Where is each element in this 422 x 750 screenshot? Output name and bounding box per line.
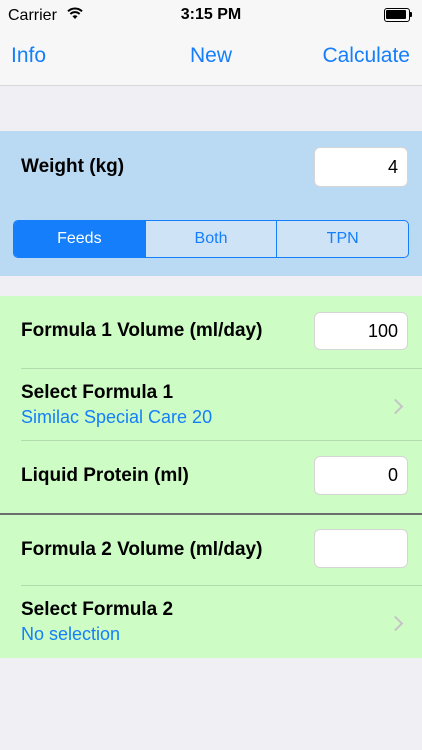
calculate-button[interactable]: Calculate bbox=[322, 44, 410, 68]
navigation-bar: Info New Calculate bbox=[0, 30, 422, 86]
weight-input[interactable]: 4 bbox=[314, 147, 408, 187]
liquid-protein-input[interactable]: 0 bbox=[314, 456, 408, 495]
battery-icon bbox=[384, 8, 412, 22]
weight-label: Weight (kg) bbox=[21, 156, 125, 177]
formula2-volume-input[interactable] bbox=[314, 529, 408, 568]
formula2-selected-value: No selection bbox=[21, 624, 121, 644]
formula1-volume-label: Formula 1 Volume (ml/day) bbox=[21, 320, 263, 341]
liquid-protein-label: Liquid Protein (ml) bbox=[21, 465, 189, 486]
segment-tpn[interactable]: TPN bbox=[277, 221, 408, 257]
row-divider bbox=[21, 440, 422, 441]
mode-segmented-control: Feeds Both TPN bbox=[13, 220, 409, 258]
formula1-volume-input[interactable]: 100 bbox=[314, 312, 408, 350]
formula-group-divider bbox=[0, 513, 422, 515]
segment-both[interactable]: Both bbox=[146, 221, 278, 257]
new-button[interactable]: New bbox=[190, 44, 232, 67]
select-formula2-row[interactable]: Select Formula 2 No selection bbox=[0, 586, 422, 658]
segment-feeds[interactable]: Feeds bbox=[14, 221, 146, 257]
formula1-selected-value: Similac Special Care 20 bbox=[21, 407, 213, 427]
info-button[interactable]: Info bbox=[11, 44, 46, 68]
select-formula2-label: Select Formula 2 bbox=[21, 599, 174, 620]
chevron-right-icon bbox=[387, 398, 404, 415]
chevron-right-icon bbox=[387, 615, 404, 632]
formula2-volume-label: Formula 2 Volume (ml/day) bbox=[21, 539, 263, 560]
status-bar: Carrier 3:15 PM bbox=[0, 0, 422, 30]
select-formula1-row[interactable]: Select Formula 1 Similac Special Care 20 bbox=[0, 369, 422, 440]
status-time: 3:15 PM bbox=[180, 6, 242, 23]
select-formula1-label: Select Formula 1 bbox=[21, 382, 174, 403]
formula-section: Formula 1 Volume (ml/day) 100 Select For… bbox=[0, 296, 422, 658]
